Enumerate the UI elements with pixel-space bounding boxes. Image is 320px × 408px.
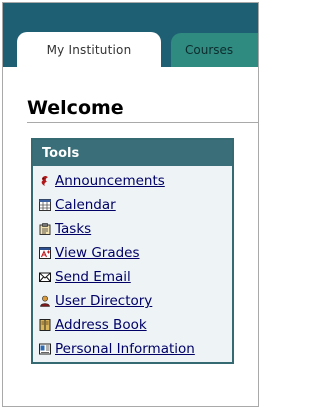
tool-item-personal-information: Personal Information: [39, 337, 232, 361]
portal-frame: My Institution Courses Welcome Tools Ann…: [2, 2, 259, 407]
personal-information-link[interactable]: Personal Information: [55, 341, 195, 357]
tab-courses[interactable]: Courses: [171, 33, 258, 67]
page-title: Welcome: [27, 97, 124, 119]
tool-item-announcements: Announcements: [39, 169, 232, 193]
address-book-link[interactable]: Address Book: [55, 317, 147, 333]
grades-icon: [39, 247, 51, 259]
announcements-link[interactable]: Announcements: [55, 173, 165, 189]
calendar-link[interactable]: Calendar: [55, 197, 116, 213]
email-icon: [39, 271, 51, 283]
send-email-link[interactable]: Send Email: [55, 269, 131, 285]
address-book-icon: [39, 319, 51, 331]
tools-module: Tools Announcements Calendar Tasks View …: [31, 138, 234, 364]
tasks-link[interactable]: Tasks: [55, 221, 91, 237]
tool-item-view-grades: View Grades: [39, 241, 232, 265]
tool-item-user-directory: User Directory: [39, 289, 232, 313]
tools-list: Announcements Calendar Tasks View Grades: [33, 166, 232, 361]
tool-item-calendar: Calendar: [39, 193, 232, 217]
tool-item-send-email: Send Email: [39, 265, 232, 289]
tool-item-address-book: Address Book: [39, 313, 232, 337]
view-grades-link[interactable]: View Grades: [55, 245, 140, 261]
tab-my-institution[interactable]: My Institution: [17, 32, 161, 67]
user-directory-icon: [39, 295, 51, 307]
title-divider: [27, 122, 258, 123]
tools-header: Tools: [33, 140, 232, 166]
announcements-icon: [39, 175, 51, 187]
tasks-icon: [39, 223, 51, 235]
personal-info-icon: [39, 343, 51, 355]
tab-bar: My Institution Courses: [3, 3, 258, 67]
calendar-icon: [39, 199, 51, 211]
tool-item-tasks: Tasks: [39, 217, 232, 241]
user-directory-link[interactable]: User Directory: [55, 293, 152, 309]
